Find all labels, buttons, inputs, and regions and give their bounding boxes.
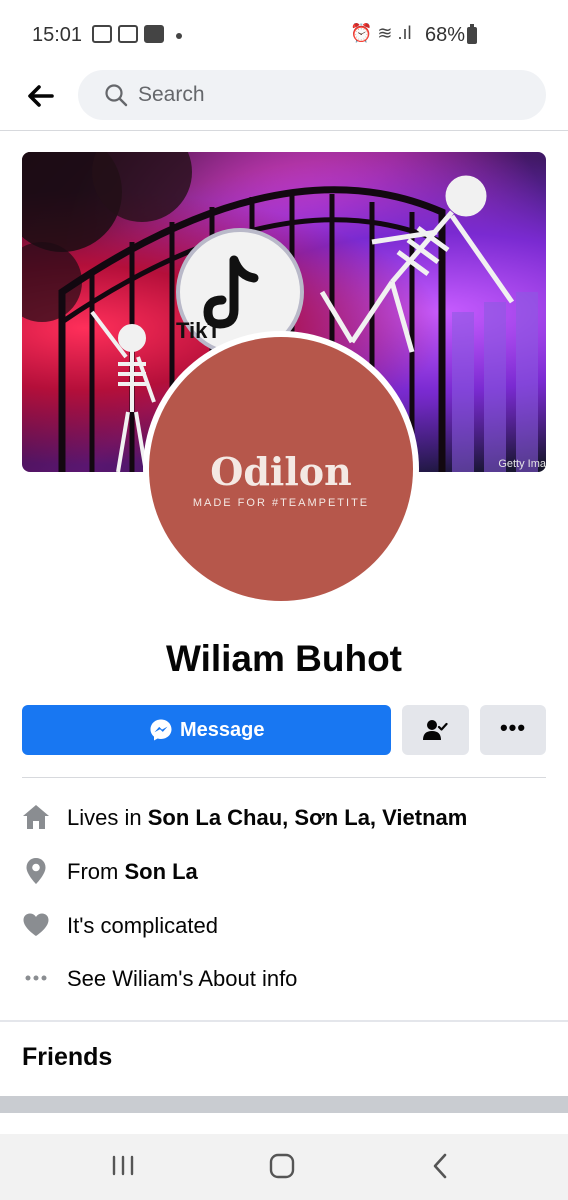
- home-icon: [23, 805, 49, 829]
- section-separator: [0, 1020, 568, 1022]
- status-bar: 15:01 ⏰ ≋ .ıl 68%: [0, 0, 568, 70]
- chevron-left-icon: [433, 1153, 447, 1179]
- battery-icon: [467, 24, 477, 44]
- alarm-wifi-signal-icons: ⏰ ≋ .ıl: [350, 23, 412, 43]
- lives-in-prefix: Lives in: [67, 805, 148, 830]
- back-button[interactable]: [24, 80, 56, 112]
- messenger-icon: [150, 719, 172, 741]
- detail-lives-in: Lives in Son La Chau, Sơn La, Vietnam: [22, 797, 546, 837]
- divider: [22, 777, 546, 778]
- relationship-status: It's complicated: [67, 913, 218, 938]
- friend-check-icon: [423, 720, 448, 740]
- lives-in-location[interactable]: Son La Chau, Sơn La, Vietnam: [148, 805, 468, 830]
- back-arrow-icon: [28, 85, 54, 107]
- more-notifications-dot-icon: [176, 33, 182, 39]
- calendar-notification-icon: [118, 25, 138, 43]
- avatar-tagline: MADE FOR #TEAMPETITE: [192, 497, 370, 509]
- search-icon: [105, 84, 128, 107]
- system-nav-bar: [0, 1134, 568, 1200]
- avatar-image: Odilon MADE FOR #TEAMPETITE: [149, 337, 413, 601]
- svg-text:TikT: TikT: [176, 318, 221, 343]
- from-prefix: From: [67, 859, 125, 884]
- home-button[interactable]: [262, 1148, 302, 1184]
- detail-from: From Son La: [22, 851, 546, 891]
- more-dots-icon: •••: [499, 715, 527, 740]
- more-options-button[interactable]: •••: [480, 705, 546, 755]
- recent-apps-button[interactable]: [103, 1148, 143, 1184]
- friends-section-title[interactable]: Friends: [22, 1043, 112, 1072]
- message-label: Message: [180, 719, 265, 741]
- gmail-notification-icon: [92, 25, 112, 43]
- search-input[interactable]: Search: [78, 70, 546, 120]
- profile-name: Wiliam Buhot: [165, 638, 403, 679]
- top-header: Search: [0, 70, 568, 131]
- battery-percent: 68%: [425, 24, 466, 46]
- location-pin-icon: [26, 858, 46, 884]
- search-placeholder: Search: [138, 83, 205, 106]
- system-back-button[interactable]: [421, 1148, 461, 1184]
- photo-credit: Getty Ima: [498, 458, 546, 470]
- avatar-brand-text: Odilon: [210, 449, 352, 494]
- message-button[interactable]: Message: [22, 705, 391, 755]
- section-band: [0, 1096, 568, 1113]
- home-circle-icon: [269, 1153, 295, 1179]
- from-location[interactable]: Son La: [124, 859, 197, 884]
- detail-relationship: It's complicated: [22, 905, 546, 945]
- heart-icon: [23, 913, 49, 936]
- recent-apps-icon: [112, 1155, 134, 1176]
- about-info-label: See Wiliam's About info: [67, 966, 298, 991]
- friends-status-button[interactable]: [402, 705, 469, 755]
- ellipsis-icon: [25, 975, 47, 981]
- status-time: 15:01: [32, 24, 83, 46]
- youtube-notification-icon: [144, 25, 164, 43]
- profile-avatar[interactable]: Odilon MADE FOR #TEAMPETITE: [143, 331, 419, 607]
- see-about-info-link[interactable]: See Wiliam's About info: [22, 958, 546, 998]
